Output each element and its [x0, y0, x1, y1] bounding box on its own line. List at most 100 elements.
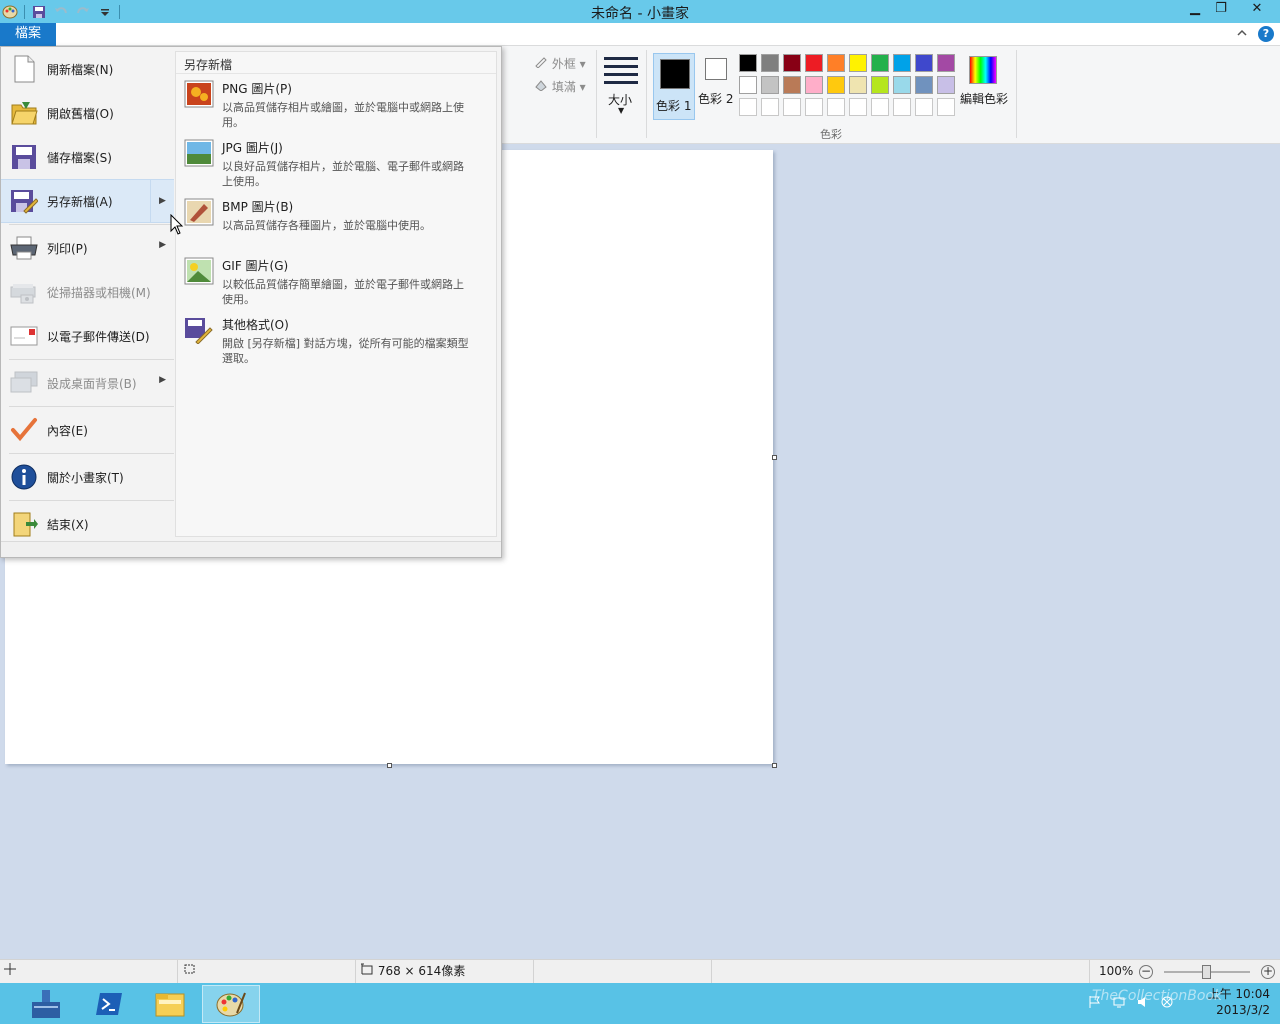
- palette-swatch[interactable]: [871, 54, 889, 72]
- custom-color-slot[interactable]: [827, 98, 845, 116]
- minimize-button[interactable]: ▁: [1182, 0, 1208, 20]
- custom-color-slot[interactable]: [761, 98, 779, 116]
- email-icon: [9, 321, 39, 351]
- palette-swatch[interactable]: [783, 54, 801, 72]
- file-explorer-icon[interactable]: [141, 985, 199, 1023]
- save-as-format-title: JPG 圖片(J): [222, 141, 283, 155]
- file-menu-item-label: 內容(E): [47, 423, 88, 438]
- info-icon: [9, 462, 39, 492]
- other-formats-icon: [184, 316, 214, 346]
- png-image-icon: [184, 80, 214, 110]
- custom-color-slot[interactable]: [871, 98, 889, 116]
- edit-colors-label[interactable]: 編輯色彩: [960, 90, 1008, 107]
- resize-handle-corner[interactable]: [772, 763, 777, 768]
- save-as-format-item[interactable]: GIF 圖片(G) 以較低品質儲存簡單繪圖，並於電子郵件或網路上使用。: [176, 251, 496, 310]
- fill-button[interactable]: 填滿 ▾: [534, 78, 586, 95]
- palette-swatch[interactable]: [761, 54, 779, 72]
- menu-divider: [9, 406, 174, 407]
- cursor-position-icon: [4, 963, 16, 975]
- zoom-in-button[interactable]: +: [1261, 965, 1275, 979]
- palette-swatch[interactable]: [937, 76, 955, 94]
- outline-button[interactable]: 外框 ▾: [534, 55, 586, 72]
- palette-swatch[interactable]: [739, 54, 757, 72]
- file-menu-item[interactable]: 開啟舊檔(O): [1, 91, 174, 135]
- save-as-format-title: BMP 圖片(B): [222, 200, 294, 214]
- palette-swatch[interactable]: [871, 76, 889, 94]
- close-button[interactable]: ✕: [1234, 0, 1280, 20]
- save-as-format-item[interactable]: 其他格式(O) 開啟 [另存新檔] 對話方塊，從所有可能的檔案類型選取。: [176, 310, 496, 369]
- palette-swatch[interactable]: [761, 76, 779, 94]
- custom-color-slot[interactable]: [783, 98, 801, 116]
- palette-swatch[interactable]: [915, 54, 933, 72]
- outline-label: 外框: [551, 57, 576, 71]
- custom-color-slot[interactable]: [915, 98, 933, 116]
- menu-divider: [9, 453, 174, 454]
- file-menu-item-label: 另存新檔(A): [47, 194, 113, 209]
- custom-color-slot[interactable]: [849, 98, 867, 116]
- custom-color-slot[interactable]: [937, 98, 955, 116]
- ribbon-separator: [646, 50, 647, 138]
- edit-colors-icon[interactable]: [969, 56, 997, 84]
- file-menu-item: 從掃描器或相機(M): [1, 270, 174, 314]
- save-as-format-item[interactable]: BMP 圖片(B) 以高品質儲存各種圖片，並於電腦中使用。: [176, 192, 496, 251]
- gif-image-icon: [184, 257, 214, 287]
- submenu-arrow-icon[interactable]: ▶: [159, 240, 166, 250]
- palette-swatch[interactable]: [827, 76, 845, 94]
- palette-swatch[interactable]: [783, 76, 801, 94]
- palette-swatch[interactable]: [827, 54, 845, 72]
- palette-swatch[interactable]: [805, 76, 823, 94]
- save-as-format-text: GIF 圖片(G) 以較低品質儲存簡單繪圖，並於電子郵件或網路上使用。: [222, 257, 472, 306]
- palette-swatch[interactable]: [849, 54, 867, 72]
- powershell-icon[interactable]: [80, 985, 138, 1023]
- save-as-icon: [9, 186, 39, 216]
- file-menu-item-label: 設成桌面背景(B): [47, 376, 137, 391]
- paint-taskbar-button[interactable]: [202, 985, 260, 1023]
- file-menu-item[interactable]: 另存新檔(A) ▶: [1, 179, 174, 223]
- save-as-format-item[interactable]: PNG 圖片(P) 以高品質儲存相片或繪圖，並於電腦中或網路上使用。: [176, 74, 496, 133]
- status-cell: [534, 960, 712, 984]
- file-menu-item-label: 開新檔案(N): [47, 62, 114, 77]
- restore-button[interactable]: ❐: [1208, 0, 1234, 20]
- resize-handle-bottom[interactable]: [387, 763, 392, 768]
- help-icon[interactable]: ?: [1258, 26, 1274, 42]
- palette-swatch[interactable]: [849, 76, 867, 94]
- save-as-format-title: GIF 圖片(G): [222, 259, 289, 273]
- ribbon-separator: [1016, 50, 1017, 138]
- file-menu-item[interactable]: 關於小畫家(T): [1, 455, 174, 499]
- paint-icon: [216, 992, 246, 1017]
- custom-color-slot[interactable]: [805, 98, 823, 116]
- palette-swatch[interactable]: [937, 54, 955, 72]
- file-menu-item[interactable]: 內容(E): [1, 408, 174, 452]
- file-menu-item[interactable]: 儲存檔案(S): [1, 135, 174, 179]
- file-menu-item[interactable]: 開新檔案(N): [1, 47, 174, 91]
- palette-swatch[interactable]: [893, 76, 911, 94]
- resize-handle-right[interactable]: [772, 455, 777, 460]
- palette-swatch[interactable]: [893, 54, 911, 72]
- color1-button[interactable]: 色彩 1: [653, 53, 695, 120]
- size-lines-icon[interactable]: [604, 57, 638, 89]
- printer-icon: [9, 233, 39, 263]
- size-dropdown-arrow[interactable]: ▼: [618, 106, 624, 115]
- file-menu-item[interactable]: 列印(P) ▶: [1, 226, 174, 270]
- server-manager-icon[interactable]: [16, 985, 74, 1023]
- file-menu-item[interactable]: 以電子郵件傳送(D): [1, 314, 174, 358]
- custom-color-slot[interactable]: [893, 98, 911, 116]
- zoom-out-button[interactable]: −: [1139, 965, 1153, 979]
- save-as-format-item[interactable]: JPG 圖片(J) 以良好品質儲存相片，並於電腦、電子郵件或網路上使用。: [176, 133, 496, 192]
- selection-size-icon: [184, 964, 195, 974]
- save-as-format-text: JPG 圖片(J) 以良好品質儲存相片，並於電腦、電子郵件或網路上使用。: [222, 139, 472, 188]
- zoom-slider-thumb[interactable]: [1202, 965, 1211, 979]
- palette-swatch[interactable]: [739, 76, 757, 94]
- save-as-submenu: 另存新檔 PNG 圖片(P) 以高品質儲存相片或繪圖，並於電腦中或網路上使用。 JP…: [175, 51, 497, 537]
- mouse-cursor-icon: [170, 214, 184, 235]
- color2-swatch[interactable]: [705, 58, 727, 80]
- file-tab[interactable]: 檔案: [0, 23, 56, 46]
- collapse-ribbon-icon[interactable]: [1236, 27, 1248, 42]
- custom-color-slot[interactable]: [739, 98, 757, 116]
- file-menu-item[interactable]: 結束(X): [1, 502, 174, 546]
- palette-swatch[interactable]: [805, 54, 823, 72]
- submenu-arrow-icon[interactable]: ▶: [159, 375, 166, 385]
- color2-label[interactable]: 色彩 2: [698, 90, 733, 107]
- palette-swatch[interactable]: [915, 76, 933, 94]
- color1-swatch: [660, 59, 690, 89]
